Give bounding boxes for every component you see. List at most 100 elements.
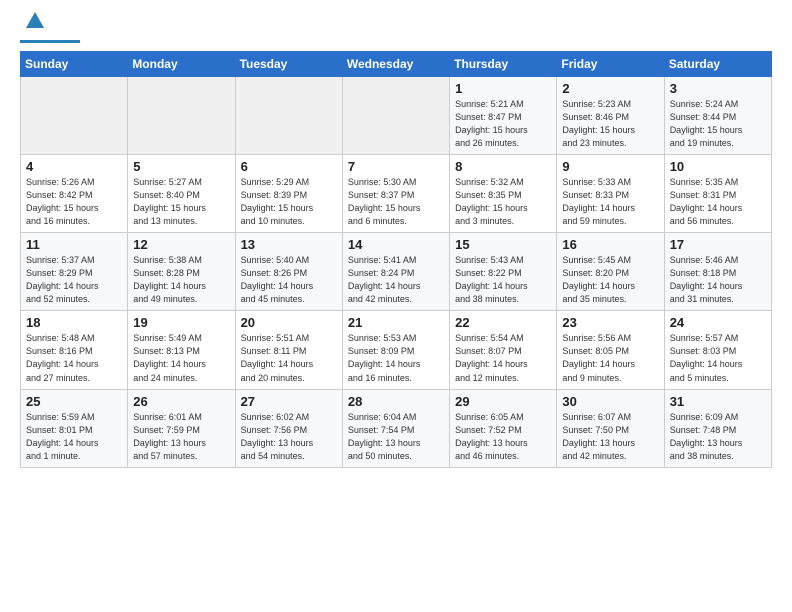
- day-number: 20: [241, 315, 337, 330]
- day-number: 23: [562, 315, 658, 330]
- day-info: Sunrise: 5:33 AM Sunset: 8:33 PM Dayligh…: [562, 176, 658, 228]
- calendar-cell: 2Sunrise: 5:23 AM Sunset: 8:46 PM Daylig…: [557, 76, 664, 154]
- calendar-cell: 18Sunrise: 5:48 AM Sunset: 8:16 PM Dayli…: [21, 311, 128, 389]
- calendar-cell: 23Sunrise: 5:56 AM Sunset: 8:05 PM Dayli…: [557, 311, 664, 389]
- calendar-cell: 22 Sunrise: 5:54 AM Sunset: 8:07 PM Dayli…: [450, 311, 557, 389]
- calendar-cell: 1 Sunrise: 5:21 AM Sunset: 8:47 PM Daylig…: [450, 76, 557, 154]
- weekday-header-wednesday: Wednesday: [342, 51, 449, 76]
- calendar-table: SundayMondayTuesdayWednesdayThursdayFrid…: [20, 51, 772, 468]
- day-number: 9: [562, 159, 658, 174]
- logo: [20, 18, 80, 43]
- calendar-cell: 20 Sunrise: 5:51 AM Sunset: 8:11 PM Dayli…: [235, 311, 342, 389]
- calendar-cell: 13 Sunrise: 5:40 AM Sunset: 8:26 PM Dayli…: [235, 233, 342, 311]
- day-number: 24: [670, 315, 766, 330]
- weekday-header-monday: Monday: [128, 51, 235, 76]
- calendar-cell: 31Sunrise: 6:09 AM Sunset: 7:48 PM Dayli…: [664, 389, 771, 467]
- calendar-cell: 12 Sunrise: 5:38 AM Sunset: 8:28 PM Dayli…: [128, 233, 235, 311]
- calendar-week-row: 11Sunrise: 5:37 AM Sunset: 8:29 PM Dayli…: [21, 233, 772, 311]
- day-info: Sunrise: 5:37 AM Sunset: 8:29 PM Dayligh…: [26, 254, 122, 306]
- day-number: 13: [241, 237, 337, 252]
- day-number: 27: [241, 394, 337, 409]
- day-number: 22: [455, 315, 551, 330]
- day-info: Sunrise: 6:04 AM Sunset: 7:54 PM Dayligh…: [348, 411, 444, 463]
- calendar-cell: 3 Sunrise: 5:24 AM Sunset: 8:44 PM Daylig…: [664, 76, 771, 154]
- day-info: Sunrise: 5:49 AM Sunset: 8:13 PM Dayligh…: [133, 332, 229, 384]
- calendar-cell: 29 Sunrise: 6:05 AM Sunset: 7:52 PM Dayli…: [450, 389, 557, 467]
- day-number: 4: [26, 159, 122, 174]
- calendar-cell: 7 Sunrise: 5:30 AM Sunset: 8:37 PM Daylig…: [342, 154, 449, 232]
- calendar-cell: 19 Sunrise: 5:49 AM Sunset: 8:13 PM Dayli…: [128, 311, 235, 389]
- calendar-cell: 8 Sunrise: 5:32 AM Sunset: 8:35 PM Daylig…: [450, 154, 557, 232]
- calendar-cell: 17Sunrise: 5:46 AM Sunset: 8:18 PM Dayli…: [664, 233, 771, 311]
- day-info: Sunrise: 5:45 AM Sunset: 8:20 PM Dayligh…: [562, 254, 658, 306]
- calendar-cell: 14 Sunrise: 5:41 AM Sunset: 8:24 PM Dayli…: [342, 233, 449, 311]
- logo-icon: [24, 10, 46, 37]
- day-info: Sunrise: 5:38 AM Sunset: 8:28 PM Dayligh…: [133, 254, 229, 306]
- day-info: Sunrise: 5:53 AM Sunset: 8:09 PM Dayligh…: [348, 332, 444, 384]
- weekday-header-friday: Friday: [557, 51, 664, 76]
- weekday-header-sunday: Sunday: [21, 51, 128, 76]
- day-info: Sunrise: 5:51 AM Sunset: 8:11 PM Dayligh…: [241, 332, 337, 384]
- calendar-cell: 5Sunrise: 5:27 AM Sunset: 8:40 PM Daylig…: [128, 154, 235, 232]
- calendar-cell: [21, 76, 128, 154]
- day-info: Sunrise: 5:32 AM Sunset: 8:35 PM Dayligh…: [455, 176, 551, 228]
- logo-underline: [20, 40, 80, 43]
- day-number: 17: [670, 237, 766, 252]
- weekday-header-saturday: Saturday: [664, 51, 771, 76]
- weekday-header-thursday: Thursday: [450, 51, 557, 76]
- page-container: SundayMondayTuesdayWednesdayThursdayFrid…: [0, 0, 792, 478]
- calendar-cell: 16 Sunrise: 5:45 AM Sunset: 8:20 PM Dayli…: [557, 233, 664, 311]
- day-info: Sunrise: 5:40 AM Sunset: 8:26 PM Dayligh…: [241, 254, 337, 306]
- calendar-cell: 24 Sunrise: 5:57 AM Sunset: 8:03 PM Dayli…: [664, 311, 771, 389]
- day-number: 1: [455, 81, 551, 96]
- calendar-cell: 4 Sunrise: 5:26 AM Sunset: 8:42 PM Daylig…: [21, 154, 128, 232]
- calendar-cell: 15 Sunrise: 5:43 AM Sunset: 8:22 PM Dayli…: [450, 233, 557, 311]
- day-info: Sunrise: 5:48 AM Sunset: 8:16 PM Dayligh…: [26, 332, 122, 384]
- day-info: Sunrise: 5:24 AM Sunset: 8:44 PM Dayligh…: [670, 98, 766, 150]
- day-info: Sunrise: 5:26 AM Sunset: 8:42 PM Dayligh…: [26, 176, 122, 228]
- day-number: 15: [455, 237, 551, 252]
- calendar-cell: [342, 76, 449, 154]
- day-info: Sunrise: 5:57 AM Sunset: 8:03 PM Dayligh…: [670, 332, 766, 384]
- calendar-cell: 10 Sunrise: 5:35 AM Sunset: 8:31 PM Dayli…: [664, 154, 771, 232]
- day-number: 14: [348, 237, 444, 252]
- calendar-cell: 9 Sunrise: 5:33 AM Sunset: 8:33 PM Daylig…: [557, 154, 664, 232]
- day-info: Sunrise: 5:43 AM Sunset: 8:22 PM Dayligh…: [455, 254, 551, 306]
- calendar-cell: 21 Sunrise: 5:53 AM Sunset: 8:09 PM Dayli…: [342, 311, 449, 389]
- calendar-cell: 26 Sunrise: 6:01 AM Sunset: 7:59 PM Dayli…: [128, 389, 235, 467]
- day-info: Sunrise: 5:35 AM Sunset: 8:31 PM Dayligh…: [670, 176, 766, 228]
- day-number: 2: [562, 81, 658, 96]
- weekday-header-tuesday: Tuesday: [235, 51, 342, 76]
- day-info: Sunrise: 5:41 AM Sunset: 8:24 PM Dayligh…: [348, 254, 444, 306]
- day-info: Sunrise: 5:29 AM Sunset: 8:39 PM Dayligh…: [241, 176, 337, 228]
- day-number: 26: [133, 394, 229, 409]
- day-number: 19: [133, 315, 229, 330]
- calendar-cell: 28Sunrise: 6:04 AM Sunset: 7:54 PM Dayli…: [342, 389, 449, 467]
- day-info: Sunrise: 6:01 AM Sunset: 7:59 PM Dayligh…: [133, 411, 229, 463]
- weekday-header-row: SundayMondayTuesdayWednesdayThursdayFrid…: [21, 51, 772, 76]
- day-number: 10: [670, 159, 766, 174]
- day-number: 21: [348, 315, 444, 330]
- day-info: Sunrise: 6:09 AM Sunset: 7:48 PM Dayligh…: [670, 411, 766, 463]
- day-number: 7: [348, 159, 444, 174]
- day-number: 8: [455, 159, 551, 174]
- day-number: 30: [562, 394, 658, 409]
- calendar-cell: 11Sunrise: 5:37 AM Sunset: 8:29 PM Dayli…: [21, 233, 128, 311]
- day-info: Sunrise: 6:05 AM Sunset: 7:52 PM Dayligh…: [455, 411, 551, 463]
- day-info: Sunrise: 5:30 AM Sunset: 8:37 PM Dayligh…: [348, 176, 444, 228]
- day-info: Sunrise: 5:54 AM Sunset: 8:07 PM Dayligh…: [455, 332, 551, 384]
- day-number: 3: [670, 81, 766, 96]
- calendar-week-row: 1 Sunrise: 5:21 AM Sunset: 8:47 PM Daylig…: [21, 76, 772, 154]
- calendar-cell: [235, 76, 342, 154]
- day-number: 29: [455, 394, 551, 409]
- calendar-cell: 25Sunrise: 5:59 AM Sunset: 8:01 PM Dayli…: [21, 389, 128, 467]
- calendar-cell: 27Sunrise: 6:02 AM Sunset: 7:56 PM Dayli…: [235, 389, 342, 467]
- day-number: 12: [133, 237, 229, 252]
- day-info: Sunrise: 5:21 AM Sunset: 8:47 PM Dayligh…: [455, 98, 551, 150]
- day-number: 5: [133, 159, 229, 174]
- day-number: 16: [562, 237, 658, 252]
- calendar-week-row: 18Sunrise: 5:48 AM Sunset: 8:16 PM Dayli…: [21, 311, 772, 389]
- day-info: Sunrise: 5:59 AM Sunset: 8:01 PM Dayligh…: [26, 411, 122, 463]
- calendar-week-row: 25Sunrise: 5:59 AM Sunset: 8:01 PM Dayli…: [21, 389, 772, 467]
- calendar-cell: [128, 76, 235, 154]
